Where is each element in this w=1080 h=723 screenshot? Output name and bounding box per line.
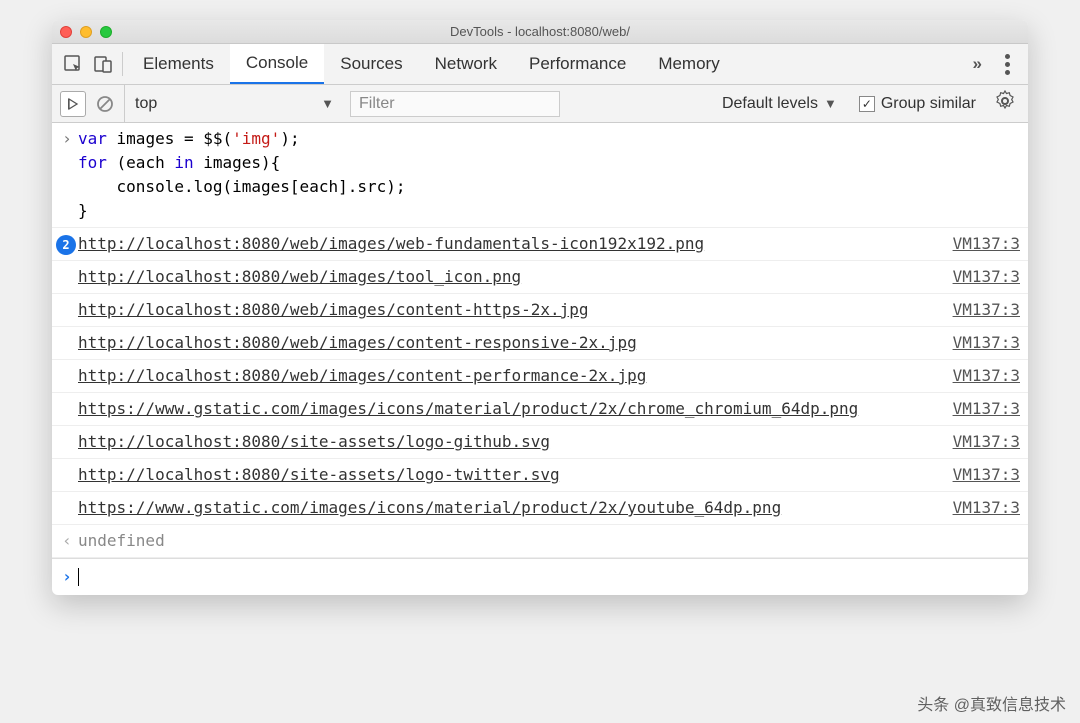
return-value: undefined — [78, 529, 1020, 553]
tab-sources[interactable]: Sources — [324, 44, 418, 84]
log-source-link[interactable]: VM137:3 — [953, 232, 1020, 256]
clear-console-icon[interactable] — [92, 91, 118, 117]
minimize-button[interactable] — [80, 26, 92, 38]
group-similar-toggle[interactable]: ✓ Group similar — [851, 95, 984, 113]
tab-memory[interactable]: Memory — [642, 44, 735, 84]
input-prompt-marker — [56, 127, 78, 223]
context-value: top — [135, 95, 157, 113]
menu-dots-icon[interactable] — [992, 49, 1022, 79]
log-source-link[interactable]: VM137:3 — [953, 496, 1020, 520]
device-toggle-icon[interactable] — [88, 49, 118, 79]
execute-button[interactable] — [60, 91, 86, 117]
console-prompt-input[interactable] — [79, 565, 1024, 589]
count-badge: 2 — [56, 235, 76, 255]
console-log-row: http://localhost:8080/web/images/tool_ic… — [52, 261, 1028, 294]
close-button[interactable] — [60, 26, 72, 38]
log-url-link[interactable]: http://localhost:8080/web/images/tool_ic… — [78, 267, 521, 286]
watermark: 头条 @真致信息技术 — [917, 691, 1066, 715]
traffic-lights — [60, 26, 112, 38]
log-level-label: Default levels — [722, 95, 818, 113]
tabs-bar: ElementsConsoleSourcesNetworkPerformance… — [52, 44, 1028, 85]
log-source-link[interactable]: VM137:3 — [953, 298, 1020, 322]
input-code: var images = $$('img'); for (each in ima… — [78, 127, 1020, 223]
tab-console[interactable]: Console — [230, 44, 324, 84]
gear-icon[interactable] — [990, 90, 1020, 117]
tabs-overflow-button[interactable]: » — [963, 44, 992, 84]
maximize-button[interactable] — [100, 26, 112, 38]
separator — [122, 52, 123, 76]
console-log-row: 2http://localhost:8080/web/images/web-fu… — [52, 228, 1028, 261]
log-url-link[interactable]: http://localhost:8080/web/images/content… — [78, 366, 646, 385]
context-selector[interactable]: top ▼ — [124, 85, 344, 122]
console-log-row: https://www.gstatic.com/images/icons/mat… — [52, 393, 1028, 426]
log-url-link[interactable]: http://localhost:8080/web/images/content… — [78, 333, 637, 352]
log-gutter: 2 — [56, 232, 78, 256]
chevron-down-icon: ▼ — [321, 96, 334, 111]
log-url-link[interactable]: http://localhost:8080/web/images/content… — [78, 300, 589, 319]
return-marker-icon: ‹ — [56, 529, 78, 553]
group-similar-label: Group similar — [881, 95, 976, 113]
log-source-link[interactable]: VM137:3 — [953, 265, 1020, 289]
console-body: var images = $$('img'); for (each in ima… — [52, 123, 1028, 595]
console-log-row: http://localhost:8080/web/images/content… — [52, 360, 1028, 393]
log-source-link[interactable]: VM137:3 — [953, 331, 1020, 355]
console-log-row: http://localhost:8080/web/images/content… — [52, 327, 1028, 360]
log-source-link[interactable]: VM137:3 — [953, 364, 1020, 388]
titlebar: DevTools - localhost:8080/web/ — [52, 20, 1028, 44]
log-source-link[interactable]: VM137:3 — [953, 430, 1020, 454]
log-url-link[interactable]: http://localhost:8080/site-assets/logo-g… — [78, 432, 550, 451]
log-url-link[interactable]: http://localhost:8080/site-assets/logo-t… — [78, 465, 560, 484]
console-log-row: http://localhost:8080/site-assets/logo-g… — [52, 426, 1028, 459]
log-level-selector[interactable]: Default levels ▼ — [714, 95, 845, 113]
tabs-container: ElementsConsoleSourcesNetworkPerformance… — [127, 44, 963, 84]
console-prompt[interactable]: › — [52, 558, 1028, 595]
filter-input[interactable] — [350, 91, 560, 117]
log-source-link[interactable]: VM137:3 — [953, 397, 1020, 421]
prompt-caret-icon: › — [56, 565, 78, 589]
log-url-link[interactable]: http://localhost:8080/web/images/web-fun… — [78, 234, 704, 253]
log-url-link[interactable]: https://www.gstatic.com/images/icons/mat… — [78, 498, 781, 517]
window-title: DevTools - localhost:8080/web/ — [52, 24, 1028, 39]
tab-network[interactable]: Network — [419, 44, 513, 84]
console-return-row: ‹ undefined — [52, 525, 1028, 558]
inspect-element-icon[interactable] — [58, 49, 88, 79]
checkbox-icon: ✓ — [859, 96, 875, 112]
log-source-link[interactable]: VM137:3 — [953, 463, 1020, 487]
console-input-row: var images = $$('img'); for (each in ima… — [52, 123, 1028, 228]
tab-performance[interactable]: Performance — [513, 44, 642, 84]
devtools-window: DevTools - localhost:8080/web/ ElementsC… — [52, 20, 1028, 595]
chevron-down-icon: ▼ — [824, 96, 837, 111]
log-url-link[interactable]: https://www.gstatic.com/images/icons/mat… — [78, 399, 858, 418]
console-log-row: https://www.gstatic.com/images/icons/mat… — [52, 492, 1028, 525]
console-log-row: http://localhost:8080/web/images/content… — [52, 294, 1028, 327]
console-log-row: http://localhost:8080/site-assets/logo-t… — [52, 459, 1028, 492]
console-toolbar: top ▼ Default levels ▼ ✓ Group similar — [52, 85, 1028, 123]
tab-elements[interactable]: Elements — [127, 44, 230, 84]
